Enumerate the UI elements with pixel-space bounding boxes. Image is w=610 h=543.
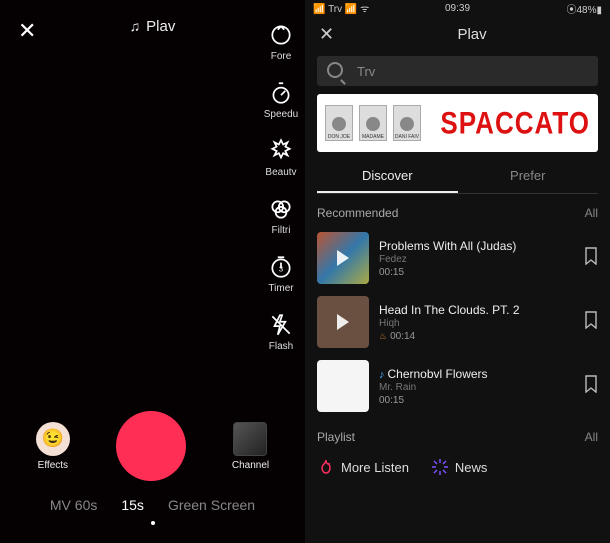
album-art: [317, 296, 369, 348]
album-art: [317, 360, 369, 412]
search-input[interactable]: Trv: [317, 56, 598, 86]
svg-text:3: 3: [279, 264, 283, 273]
sound-picker[interactable]: Plav: [130, 18, 176, 35]
recommended-heading: Recommended: [317, 206, 398, 220]
burst-icon: [431, 458, 449, 476]
speed-icon: [268, 80, 294, 106]
flash-tool[interactable]: Flash: [257, 312, 305, 352]
flame-icon: [317, 458, 335, 476]
track-title: Head In The Clouds. PT. 2: [379, 303, 574, 317]
track-artist: Fedez: [379, 253, 574, 267]
play-icon: [337, 250, 349, 266]
tab-prefer[interactable]: Prefer: [458, 160, 599, 193]
record-button[interactable]: [116, 411, 186, 481]
status-carrier: 📶 Trv 📶 ᯤ: [313, 1, 369, 15]
fire-icon: ♨: [379, 331, 387, 341]
mode-mv60[interactable]: MV 60s: [50, 497, 97, 513]
play-icon: [337, 314, 349, 330]
banner-artist-3: DANI FAIV: [393, 105, 421, 141]
playlist-more-listen[interactable]: More Listen: [317, 458, 409, 476]
recommended-all-link[interactable]: All: [585, 206, 598, 220]
banner-artist-1: DON JOE: [325, 105, 353, 141]
banner-title: SPACCATO: [440, 104, 590, 141]
flash-off-icon: [268, 312, 294, 338]
status-time: 09:39: [445, 3, 470, 14]
beauty-tool[interactable]: Beautv: [257, 138, 305, 178]
search-icon: [327, 62, 349, 81]
bookmark-icon[interactable]: [584, 375, 598, 398]
track-title: ♪Chernobvl Flowers: [379, 367, 574, 381]
effects-icon: 😉: [36, 422, 70, 456]
recording-screen: ✕ Plav Fore Speedu Beautv Filtri: [0, 0, 305, 543]
banner-artist-2: MADAME: [359, 105, 387, 141]
play-label: Plav: [146, 18, 175, 35]
effects-button[interactable]: 😉 Effects: [36, 422, 70, 471]
track-title: Problems With All (Judas): [379, 239, 574, 253]
bookmark-icon[interactable]: [584, 247, 598, 270]
track-row[interactable]: ♪Chernobvl Flowers Mr. Rain 00:15: [305, 354, 610, 418]
track-duration: 00:15: [379, 395, 574, 406]
timer-icon: 3: [268, 254, 294, 280]
search-placeholder: Trv: [357, 64, 375, 79]
gallery-icon: [233, 422, 267, 456]
music-picker-screen: 📶 Trv 📶 ᯤ 09:39 ⦿48%▮ ✕ Plav Trv DON JOE…: [305, 0, 610, 543]
featured-banner[interactable]: DON JOE MADAME DANI FAIV SPACCATO: [317, 94, 598, 152]
channel-button[interactable]: Channel: [232, 422, 269, 471]
track-artist: Mr. Rain: [379, 381, 574, 395]
tool-column: Fore Speedu Beautv Filtri 3 Timer Flash: [257, 22, 305, 352]
music-note-icon: ♪: [379, 369, 385, 381]
status-bar: 📶 Trv 📶 ᯤ 09:39 ⦿48%▮: [305, 0, 610, 16]
playlist-heading: Playlist: [317, 430, 355, 444]
bookmark-icon[interactable]: [584, 311, 598, 334]
close-icon[interactable]: ✕: [319, 24, 334, 45]
speed-tool[interactable]: Speedu: [257, 80, 305, 120]
timer-tool[interactable]: 3 Timer: [257, 254, 305, 294]
picker-title: Plav: [457, 26, 486, 43]
flip-tool[interactable]: Fore: [257, 22, 305, 62]
status-battery: ⦿48%▮: [566, 1, 602, 16]
picker-tabs: Discover Prefer: [317, 160, 598, 194]
filters-tool[interactable]: Filtri: [257, 196, 305, 236]
tab-discover[interactable]: Discover: [317, 160, 458, 193]
mode-15s[interactable]: 15s: [121, 497, 144, 513]
mode-selector[interactable]: MV 60s 15s Green Screen: [0, 497, 305, 513]
track-duration: 00:15: [379, 267, 574, 278]
playlist-news[interactable]: News: [431, 458, 488, 476]
sparkle-icon: [268, 138, 294, 164]
playlist-all-link[interactable]: All: [585, 430, 598, 444]
flip-icon: [268, 22, 294, 48]
track-row[interactable]: Head In The Clouds. PT. 2 Hiqh ♨00:14: [305, 290, 610, 354]
track-artist: Hiqh: [379, 317, 574, 331]
filters-icon: [268, 196, 294, 222]
mode-greenscreen[interactable]: Green Screen: [168, 497, 255, 513]
mode-indicator-dot: [151, 521, 155, 525]
album-art: [317, 232, 369, 284]
track-duration: ♨00:14: [379, 331, 574, 342]
music-note-icon: [130, 18, 141, 35]
track-row[interactable]: Problems With All (Judas) Fedez 00:15: [305, 226, 610, 290]
